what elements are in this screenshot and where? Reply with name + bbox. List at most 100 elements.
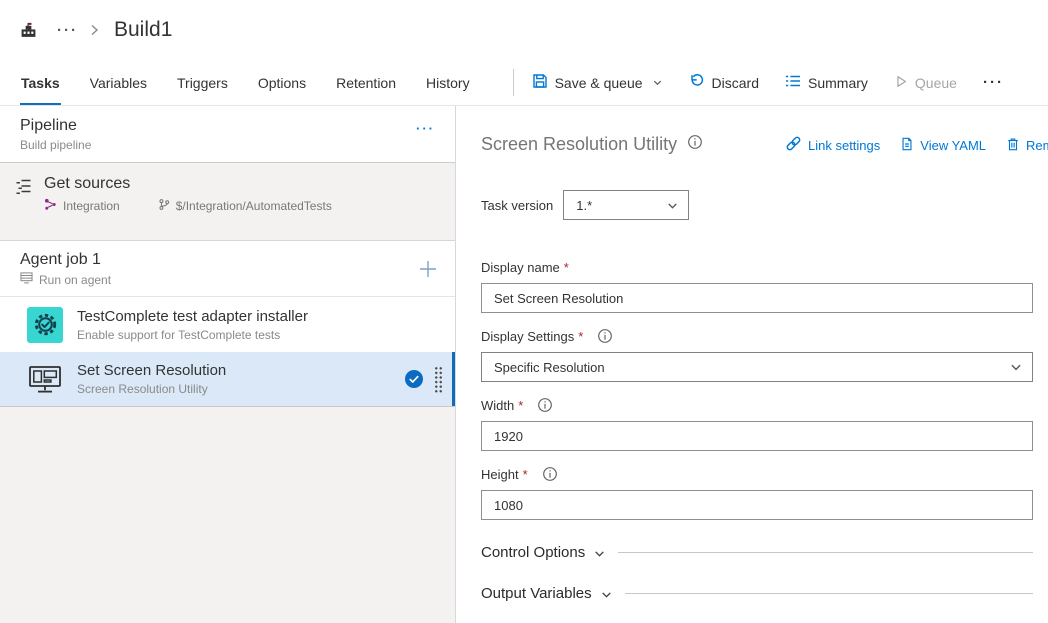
save-and-queue-label: Save & queue — [555, 75, 643, 91]
play-icon — [894, 74, 908, 92]
remove-label: Remove — [1026, 138, 1048, 153]
agent-job-card: Agent job 1 Run on agent — [0, 240, 455, 407]
queue-button[interactable]: Queue — [894, 74, 957, 92]
discard-label: Discard — [712, 75, 759, 91]
get-sources-icon — [14, 178, 36, 214]
pipeline-panel: Pipeline Build pipeline ··· Get sources — [0, 106, 456, 623]
section-divider — [625, 593, 1033, 594]
main-area: Pipeline Build pipeline ··· Get sources — [0, 106, 1048, 623]
testcomplete-gear-icon — [27, 307, 63, 343]
required-marker: * — [518, 398, 523, 413]
display-settings-field-group: Display Settings * Specific Resolution — [481, 328, 1048, 382]
source-path: $/Integration/AutomatedTests — [176, 199, 332, 213]
tab-tasks[interactable]: Tasks — [20, 60, 61, 105]
page-title: Build1 — [114, 18, 172, 42]
get-sources-title: Get sources — [44, 175, 332, 193]
task-settings-header: Screen Resolution Utility — [481, 134, 1048, 160]
toolbar: Save & queue Discard — [532, 60, 1004, 105]
tab-triggers[interactable]: Triggers — [176, 60, 229, 105]
output-variables-section[interactable]: Output Variables — [481, 585, 1033, 602]
display-name-field-group: Display name * — [481, 260, 1048, 313]
control-options-section[interactable]: Control Options — [481, 544, 1033, 561]
toolbar-divider — [513, 69, 514, 96]
display-settings-label: Display Settings — [481, 329, 574, 344]
monitor-icon — [27, 361, 63, 397]
view-yaml-button[interactable]: View YAML — [900, 135, 986, 155]
page-header: ··· Build1 — [0, 0, 1048, 60]
save-dropdown-chevron-icon — [652, 77, 663, 88]
task-form: Display name * Display Settings * — [481, 260, 1048, 520]
pipeline-panel-header: Pipeline Build pipeline ··· — [0, 106, 455, 163]
display-settings-select[interactable]: Specific Resolution — [481, 352, 1033, 382]
chain-link-icon — [785, 135, 802, 155]
add-task-button[interactable] — [415, 256, 441, 282]
view-yaml-label: View YAML — [920, 138, 986, 153]
task-subtitle: Screen Resolution Utility — [77, 382, 226, 396]
pipeline-subtitle: Build pipeline — [20, 138, 91, 152]
pipeline-more-button[interactable]: ··· — [416, 121, 435, 136]
display-name-input[interactable] — [481, 283, 1033, 313]
task-settings-panel: Screen Resolution Utility — [456, 106, 1048, 623]
summary-list-icon — [785, 74, 801, 91]
toolbar-more-button[interactable]: ··· — [983, 74, 1004, 91]
pipeline-title: Pipeline — [20, 117, 91, 135]
height-field-group: Height * — [481, 466, 1048, 520]
agent-job-header[interactable]: Agent job 1 Run on agent — [0, 241, 455, 297]
control-options-label: Control Options — [481, 544, 585, 561]
task-title: Set Screen Resolution — [77, 362, 226, 379]
task-header-links: Link settings View YAML — [785, 135, 1048, 155]
agent-icon — [20, 272, 33, 287]
required-marker: * — [578, 329, 583, 344]
task-row-set-screen-resolution[interactable]: Set Screen Resolution Screen Resolution … — [0, 352, 455, 407]
repo-name: Integration — [63, 199, 120, 213]
breadcrumb-chevron-icon — [88, 23, 100, 37]
width-label: Width — [481, 398, 514, 413]
width-field-group: Width * — [481, 397, 1048, 451]
drag-handle-icon[interactable] — [434, 366, 443, 393]
remove-button[interactable]: Remove — [1006, 135, 1048, 155]
task-version-value: 1.* — [576, 198, 592, 213]
tab-options[interactable]: Options — [257, 60, 307, 105]
width-input[interactable] — [481, 421, 1033, 451]
document-icon — [900, 136, 914, 155]
required-marker: * — [523, 467, 528, 482]
task-title: TestComplete test adapter installer — [77, 308, 308, 325]
width-info-icon[interactable] — [537, 397, 553, 413]
summary-label: Summary — [808, 75, 868, 91]
summary-button[interactable]: Summary — [785, 74, 868, 91]
section-divider — [618, 552, 1033, 553]
required-marker: * — [564, 260, 569, 275]
task-row-testcomplete[interactable]: TestComplete test adapter installer Enab… — [0, 297, 455, 352]
height-input[interactable] — [481, 490, 1033, 520]
task-version-select[interactable]: 1.* — [563, 190, 689, 220]
queue-label: Queue — [915, 75, 957, 91]
chevron-down-icon — [666, 199, 679, 212]
pipeline-tabs: Tasks Variables Triggers Options Retenti… — [20, 60, 499, 105]
task-version-label: Task version — [481, 198, 553, 213]
get-sources-item[interactable]: Get sources Integration — [0, 163, 455, 230]
link-settings-button[interactable]: Link settings — [785, 135, 880, 155]
save-and-queue-button[interactable]: Save & queue — [532, 73, 663, 92]
chevron-down-icon — [600, 588, 613, 601]
discard-button[interactable]: Discard — [689, 73, 759, 92]
task-settings-title: Screen Resolution Utility — [481, 134, 677, 155]
title-info-icon[interactable] — [687, 134, 703, 155]
tab-history[interactable]: History — [425, 60, 471, 105]
save-icon — [532, 73, 548, 92]
tab-retention[interactable]: Retention — [335, 60, 397, 105]
breadcrumb-ellipsis-button[interactable]: ··· — [57, 23, 78, 38]
height-info-icon[interactable] — [542, 466, 558, 482]
display-settings-info-icon[interactable] — [597, 328, 613, 344]
command-bar: Tasks Variables Triggers Options Retenti… — [0, 60, 1048, 106]
height-label: Height — [481, 467, 519, 482]
trash-icon — [1006, 136, 1020, 155]
display-name-label: Display name — [481, 260, 560, 275]
tab-variables[interactable]: Variables — [89, 60, 148, 105]
pipeline-panel-body: Get sources Integration — [0, 163, 455, 623]
chevron-down-icon — [1009, 360, 1023, 374]
app-root: ··· Build1 Tasks Variables Triggers Opti… — [0, 0, 1048, 623]
link-settings-label: Link settings — [808, 138, 880, 153]
chevron-down-icon — [593, 547, 606, 560]
agent-job-title: Agent job 1 — [20, 251, 111, 269]
branch-icon — [158, 198, 170, 214]
